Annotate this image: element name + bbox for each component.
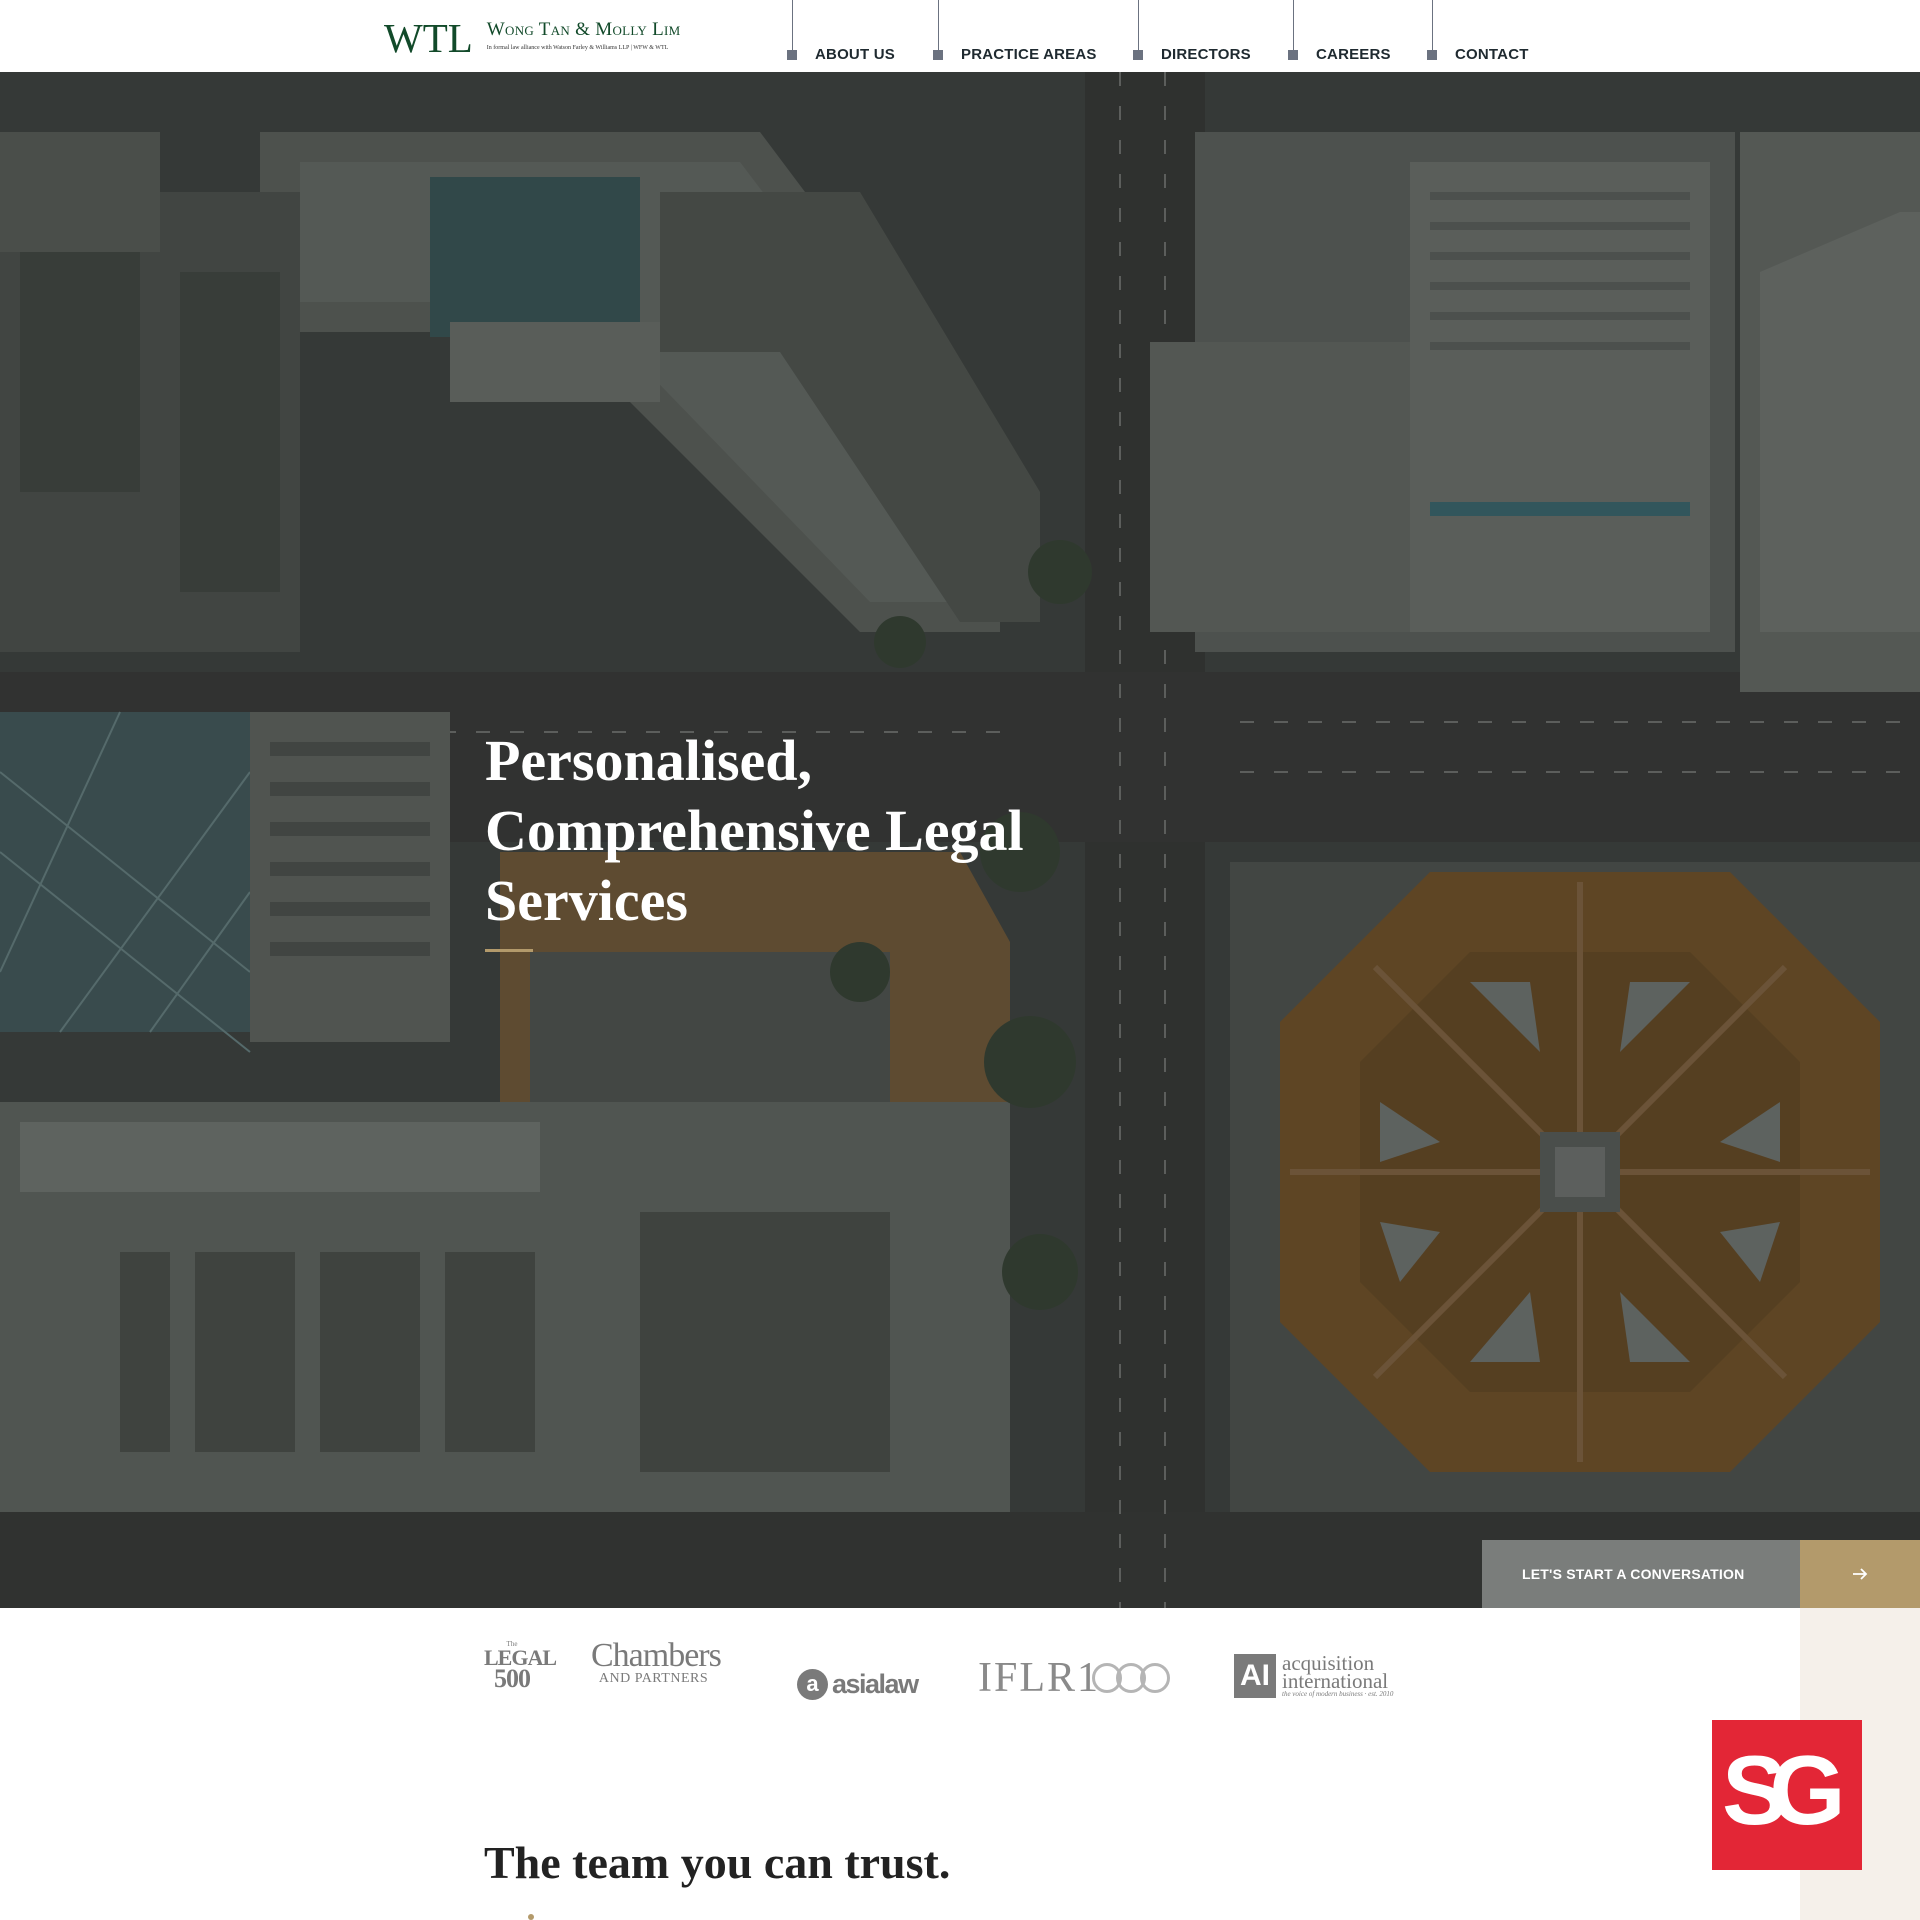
nav-square-icon: [933, 50, 943, 60]
chambers-sub: AND PARTNERS: [598, 1671, 709, 1686]
iflr-text: IFLR1: [978, 1655, 1101, 1701]
logo-tagline: In formal law alliance with Watson Farle…: [486, 45, 669, 51]
team-section-title: The team you can trust.: [484, 1837, 951, 1888]
nav-square-icon: [1133, 50, 1143, 60]
nav-square-icon: [1427, 50, 1437, 60]
site-header: WTL Wong Tan & Molly Lim In formal law a…: [0, 0, 1920, 72]
nav-label: CAREERS: [1316, 46, 1391, 63]
hero-title: Personalised, Comprehensive Legal Servic…: [485, 728, 1024, 933]
site-logo[interactable]: WTL Wong Tan & Molly Lim In formal law a…: [384, 15, 681, 61]
asialaw-word: asialaw: [832, 1668, 919, 1699]
legal500-logo: The LEGAL 500: [484, 1640, 557, 1700]
sg-badge-mark: SG: [1722, 1735, 1858, 1845]
logo-text: Wong Tan & Molly Lim In formal law allia…: [487, 20, 681, 52]
asialaw-logo: a asialaw: [797, 1654, 927, 1714]
nav-divider: [1293, 0, 1294, 50]
nav-divider: [1432, 0, 1433, 50]
ai-text: acquisition international the voice of m…: [1282, 1652, 1394, 1699]
nav-square-icon: [1288, 50, 1298, 60]
logo-mark: WTL: [384, 15, 473, 61]
hero-section: Personalised, Comprehensive Legal Servic…: [0, 72, 1920, 1608]
acquisition-international-logo: AI acquisition international the voice o…: [1234, 1646, 1414, 1706]
iflr-rings: [1092, 1663, 1171, 1693]
nav-square-icon: [787, 50, 797, 60]
sg-badge[interactable]: SG: [1712, 1720, 1862, 1870]
start-conversation-button[interactable]: LET'S START A CONVERSATION: [1482, 1540, 1920, 1608]
nav-label: DIRECTORS: [1161, 46, 1251, 63]
cta-label: LET'S START A CONVERSATION: [1482, 1540, 1800, 1608]
ai-line3: the voice of modern business · est. 2010: [1282, 1689, 1394, 1698]
ai-box: AI: [1234, 1654, 1276, 1698]
iflr-ring: [1140, 1663, 1171, 1693]
chambers-name: Chambers: [591, 1637, 722, 1674]
awards-row: The LEGAL 500 Chambers AND PARTNERS a as…: [484, 1637, 1404, 1702]
asialaw-badge: a: [797, 1668, 828, 1700]
ai-line2: international: [1282, 1668, 1389, 1693]
legal500-num: 500: [494, 1664, 531, 1693]
sg-badge-text: SG: [1722, 1735, 1840, 1845]
logo-firm-name: Wong Tan & Molly Lim: [486, 19, 681, 40]
nav-divider: [938, 0, 939, 50]
nav-divider: [792, 0, 793, 50]
nav-label: ABOUT US: [815, 46, 895, 63]
nav-label: CONTACT: [1455, 46, 1529, 63]
chambers-logo: Chambers AND PARTNERS: [591, 1637, 722, 1700]
nav-label: PRACTICE AREAS: [961, 46, 1097, 63]
nav-divider: [1138, 0, 1139, 50]
team-decor-dot: [528, 1914, 534, 1920]
arrow-right-icon: [1800, 1540, 1920, 1608]
hero-title-underline: [485, 949, 533, 952]
iflr1000-logo: IFLR1: [978, 1648, 1188, 1708]
